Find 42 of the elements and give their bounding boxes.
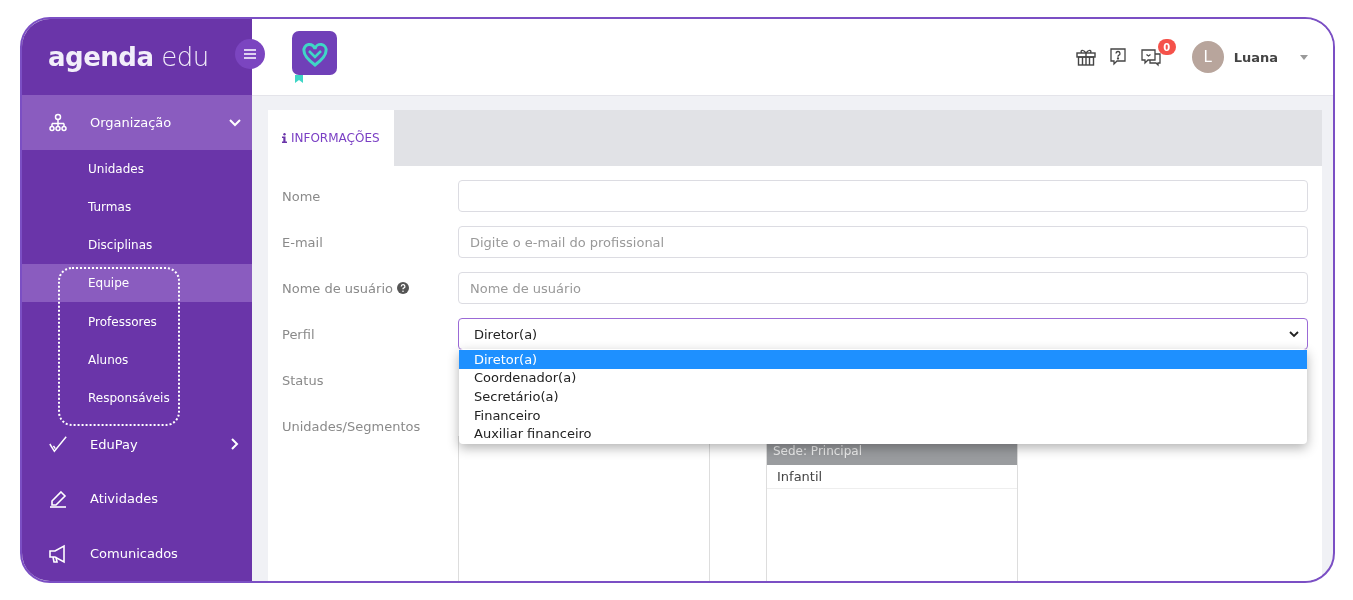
chat-icon[interactable] — [1139, 47, 1162, 67]
chevron-icon — [1289, 329, 1299, 339]
sidebar-subitem[interactable]: Disciplinas — [22, 226, 252, 265]
caret-icon[interactable] — [1300, 54, 1308, 60]
info-icon — [282, 133, 287, 143]
field-label: E-mail — [282, 234, 323, 250]
menu-icon — [244, 49, 256, 59]
dropdown-option[interactable]: Coordenador(a) — [459, 368, 1307, 388]
megaphone-icon — [48, 543, 68, 564]
user-name[interactable]: Luana — [1233, 49, 1278, 65]
sidebar-item[interactable]: Atividades — [22, 471, 252, 527]
field-label: Nome de usuário — [282, 280, 393, 296]
profile-select[interactable]: Diretor(a) — [458, 318, 1308, 350]
sidebar-item[interactable]: Comunicados — [22, 526, 252, 581]
field-label: Perfil — [282, 326, 315, 342]
notification-badge: 0 — [1157, 39, 1176, 55]
help-icon[interactable] — [1107, 47, 1128, 67]
tab[interactable]: INFORMAÇÕES — [268, 110, 394, 166]
sidebar-subitem[interactable]: Professores — [22, 302, 252, 341]
field-label: Nome — [282, 188, 321, 204]
sidebar-item[interactable]: Organização — [22, 95, 252, 150]
checkmark-icon — [48, 434, 68, 455]
sidebar-subitem[interactable]: Turmas — [22, 188, 252, 227]
dropdown-option[interactable]: Financeiro — [459, 405, 1307, 425]
book-logo-icon — [292, 31, 338, 83]
sidebar-subitem[interactable]: Unidades — [22, 149, 252, 189]
text-field[interactable] — [458, 180, 1308, 212]
field-label: Unidades/Segmentos — [282, 418, 421, 434]
pencil-icon — [48, 488, 68, 509]
logo: agenda edu — [48, 42, 209, 73]
sidebar-subitem[interactable]: Equipe — [22, 264, 252, 303]
sidebar-item[interactable]: EduPay — [22, 416, 252, 472]
hierarchy-icon — [48, 112, 68, 133]
field-label: Status — [282, 372, 324, 388]
gift-icon[interactable] — [1075, 48, 1096, 66]
sidebar-subitem[interactable]: Alunos — [22, 340, 252, 379]
text-field[interactable]: Digite o e-mail do profissional — [458, 226, 1308, 258]
text-field[interactable]: Nome de usuário — [458, 272, 1308, 304]
menu-button[interactable] — [235, 39, 265, 69]
dropdown-option[interactable]: Secretário(a) — [459, 387, 1307, 406]
list-item[interactable]: Infantil — [767, 465, 1017, 489]
sidebar-subitem[interactable]: Responsáveis — [22, 378, 252, 417]
